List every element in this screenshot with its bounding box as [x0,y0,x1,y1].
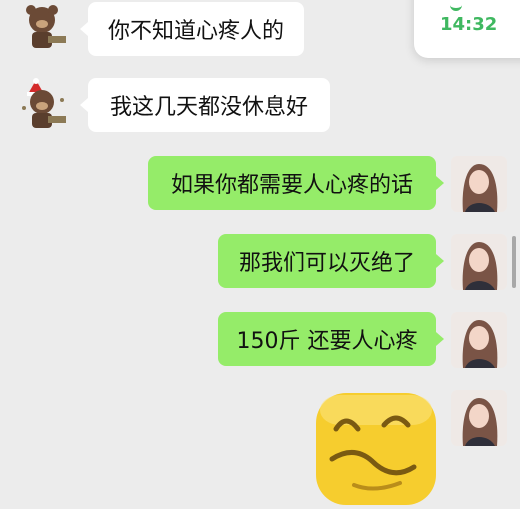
phone-icon [450,0,462,11]
message-text: 你不知道心疼人的 [107,19,284,44]
bear-avatar[interactable] [14,78,70,134]
scrollbar[interactable] [512,236,516,288]
call-time: 14:32 [440,14,498,35]
message-text: 150斤 还要人心疼 [236,329,418,354]
message-bubble[interactable]: 如果你都需要人心疼的话 [148,156,444,210]
girl-avatar[interactable] [451,234,507,290]
girl-avatar[interactable] [451,390,507,446]
message-bubble[interactable]: 那我们可以灭绝了 [218,234,444,288]
bear-avatar[interactable] [14,0,70,56]
call-floating-card[interactable]: 14:32 [414,0,520,58]
message-bubble[interactable]: 我这几天都没休息好 [80,78,330,132]
girl-avatar[interactable] [451,156,507,212]
girl-avatar[interactable] [451,312,507,368]
message-text: 我这几天都没休息好 [109,95,308,120]
message-bubble[interactable]: 你不知道心疼人的 [80,2,304,56]
message-bubble[interactable]: 150斤 还要人心疼 [218,312,444,366]
chat-area[interactable]: 你不知道心疼人的 我这几天都没休息好 如果你都需要人心疼的话 那我们可以灭绝了 … [0,0,520,505]
message-text: 那我们可以灭绝了 [238,251,415,276]
emoji-sticker[interactable] [314,389,438,505]
message-text: 如果你都需要人心疼的话 [170,173,413,198]
